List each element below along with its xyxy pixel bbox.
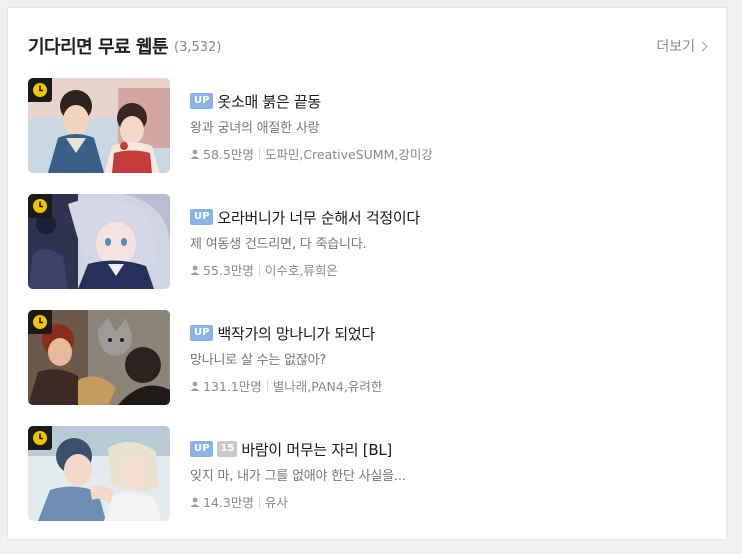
wait-free-badge [28, 310, 52, 334]
view-count: 58.5만명 [203, 147, 254, 162]
up-badge: UP [190, 209, 214, 225]
webtoon-description: 왕과 궁녀의 애절한 사랑 [190, 121, 320, 136]
view-count: 131.1만명 [203, 379, 262, 394]
more-link[interactable]: 더보기 [656, 36, 708, 56]
section-count: (3,532) [174, 39, 222, 55]
wait-free-badge [28, 194, 52, 218]
view-count: 55.3만명 [203, 263, 254, 278]
more-label: 더보기 [656, 39, 695, 55]
wait-free-badge [28, 78, 52, 102]
webtoon-meta: 55.3만명 이수호,류희온 [190, 260, 420, 279]
meta-divider [258, 264, 260, 275]
webtoon-thumbnail[interactable] [28, 194, 170, 289]
person-icon [190, 381, 200, 391]
clock-icon [33, 83, 47, 97]
chevron-right-icon [697, 41, 708, 52]
age-rating-badge: 15 [217, 441, 238, 457]
webtoon-title[interactable]: 백작가의 망나니가 되었다 [217, 323, 375, 344]
webtoon-info: UP 옷소매 붉은 끝동 왕과 궁녀의 애절한 사랑 58.5만명 도파민,Cr… [190, 78, 433, 194]
person-icon [190, 265, 200, 275]
webtoon-description: 망나니로 살 수는 없잖아? [190, 353, 327, 368]
clock-icon [33, 199, 47, 213]
webtoon-item[interactable]: UP 15 바람이 머무는 자리 [BL] 잊지 마, 내가 그를 없애야 한단… [28, 426, 708, 542]
authors: 유사 [264, 495, 288, 510]
webtoon-item[interactable]: UP 옷소매 붉은 끝동 왕과 궁녀의 애절한 사랑 58.5만명 도파민,Cr… [28, 78, 708, 194]
meta-divider [258, 496, 260, 507]
webtoon-meta: 14.3만명 유사 [190, 492, 406, 511]
view-count: 14.3만명 [203, 495, 254, 510]
up-badge: UP [190, 93, 214, 109]
webtoon-item[interactable]: UP 오라버니가 너무 순해서 걱정이다 제 여동생 건드리면, 다 죽습니다.… [28, 194, 708, 310]
wait-free-badge [28, 426, 52, 450]
webtoon-meta: 58.5만명 도파민,CreativeSUMM,강미강 [190, 144, 433, 163]
up-badge: UP [190, 325, 214, 341]
free-webtoon-panel: 기다리면 무료 웹툰 (3,532) 더보기 UP 옷소매 붉은 끝동 왕과 궁… [7, 7, 727, 540]
title-row: UP 15 바람이 머무는 자리 [BL] [190, 438, 406, 460]
up-badge: UP [190, 441, 214, 457]
section-header: 기다리면 무료 웹툰 (3,532) 더보기 [28, 34, 708, 58]
person-icon [190, 497, 200, 507]
title-row: UP 백작가의 망나니가 되었다 [190, 322, 382, 344]
webtoon-title[interactable]: 옷소매 붉은 끝동 [217, 91, 321, 112]
webtoon-item[interactable]: UP 백작가의 망나니가 되었다 망나니로 살 수는 없잖아? 131.1만명 … [28, 310, 708, 426]
webtoon-thumbnail[interactable] [28, 78, 170, 173]
webtoon-thumbnail[interactable] [28, 426, 170, 521]
webtoon-meta: 131.1만명 별나래,PAN4,유려한 [190, 376, 382, 395]
title-row: UP 옷소매 붉은 끝동 [190, 90, 433, 112]
meta-divider [258, 148, 260, 159]
title-row: UP 오라버니가 너무 순해서 걱정이다 [190, 206, 420, 228]
webtoon-info: UP 백작가의 망나니가 되었다 망나니로 살 수는 없잖아? 131.1만명 … [190, 310, 382, 426]
webtoon-title[interactable]: 오라버니가 너무 순해서 걱정이다 [217, 207, 420, 228]
webtoon-description: 제 여동생 건드리면, 다 죽습니다. [190, 237, 367, 252]
authors: 이수호,류희온 [264, 263, 338, 278]
person-icon [190, 149, 200, 159]
authors: 도파민,CreativeSUMM,강미강 [264, 147, 433, 162]
authors: 별나래,PAN4,유려한 [272, 379, 383, 394]
webtoon-list: UP 옷소매 붉은 끝동 왕과 궁녀의 애절한 사랑 58.5만명 도파민,Cr… [28, 78, 708, 542]
webtoon-thumbnail[interactable] [28, 310, 170, 405]
section-title: 기다리면 무료 웹툰 [28, 37, 169, 58]
clock-icon [33, 431, 47, 445]
webtoon-info: UP 15 바람이 머무는 자리 [BL] 잊지 마, 내가 그를 없애야 한단… [190, 426, 406, 542]
webtoon-info: UP 오라버니가 너무 순해서 걱정이다 제 여동생 건드리면, 다 죽습니다.… [190, 194, 420, 310]
webtoon-description: 잊지 마, 내가 그를 없애야 한단 사실을... [190, 469, 406, 484]
webtoon-title[interactable]: 바람이 머무는 자리 [BL] [241, 439, 392, 460]
meta-divider [266, 380, 268, 391]
clock-icon [33, 315, 47, 329]
